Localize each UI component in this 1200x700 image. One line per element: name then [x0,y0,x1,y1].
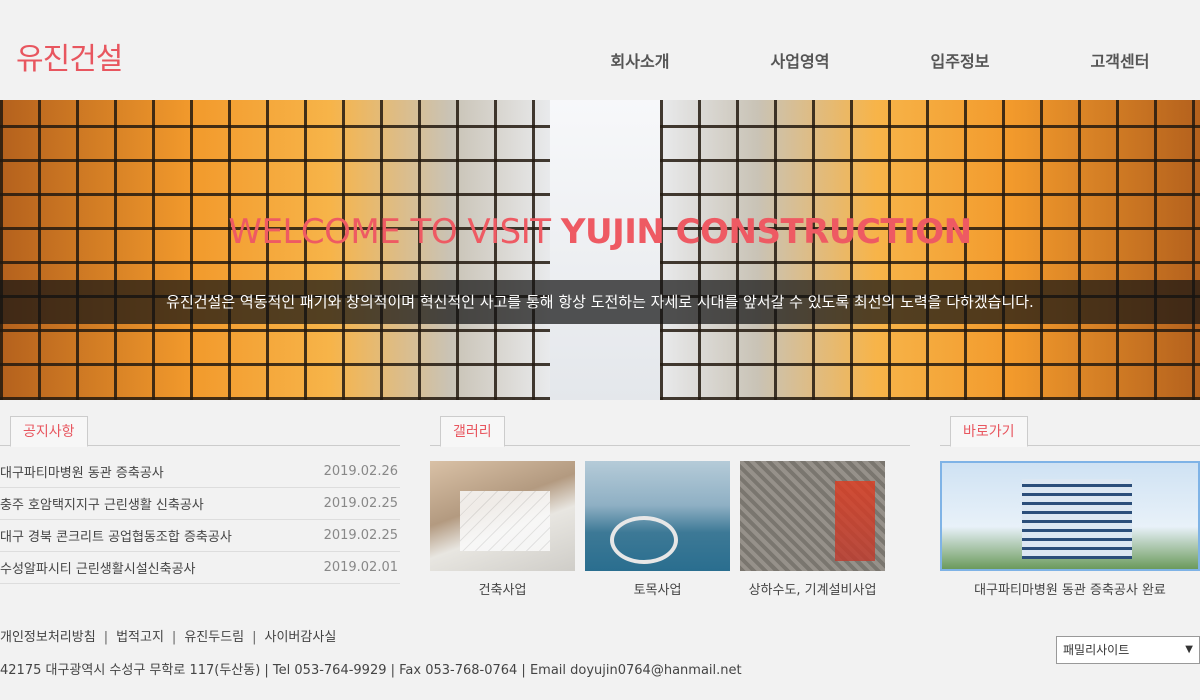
hero-title: WELCOME TO VISIT YUJIN CONSTRUCTION [0,212,1200,252]
notice-date: 2019.02.25 [323,528,398,543]
notice-date: 2019.02.25 [323,496,398,511]
notice-date: 2019.02.01 [323,560,398,575]
notice-list: 대구파티마병원 동관 증축공사 2019.02.26 충주 호암택지지구 근린생… [0,456,400,584]
gallery-image-water [740,461,885,571]
gallery-caption: 토목사업 [633,583,682,598]
notice-title: 충주 호암택지지구 근린생활 신축공사 [0,498,204,513]
notice-row[interactable]: 대구 경북 콘크리트 공업협동조합 증축공사 2019.02.25 [0,520,400,552]
dropdown-arrow-icon: ▼ [1185,644,1193,655]
footer-separator: | [103,630,109,645]
shortcut-card[interactable]: 대구파티마병원 동관 증축공사 완료 [940,461,1200,598]
notice-row[interactable]: 대구파티마병원 동관 증축공사 2019.02.26 [0,456,400,488]
family-site-select[interactable]: 패밀리사이트 ▼ [1056,636,1200,664]
nav-item-company[interactable]: 회사소개 [560,48,720,72]
notice-title: 대구파티마병원 동관 증축공사 [0,466,164,481]
hero-title-bold: YUJIN CONSTRUCTION [560,212,972,252]
shortcut-hospital-image [940,461,1200,571]
family-site-label: 패밀리사이트 [1063,643,1130,657]
gallery-tab[interactable]: 갤러리 [440,416,505,447]
notice-title: 수성알파시티 근린생활시설신축공사 [0,562,196,577]
main-nav: 회사소개 사업영역 입주정보 고객센터 [560,48,1200,72]
footer-links: 개인정보처리방침 | 법적고지 | 유진두드림 | 사이버감사실 [0,626,336,645]
gallery-caption: 건축사업 [478,583,527,598]
gallery-grid: 건축사업 토목사업 상하수도, 기계설비사업 [430,461,885,598]
footer-separator: | [171,630,177,645]
notice-date: 2019.02.26 [323,464,398,479]
gallery-item-architecture[interactable]: 건축사업 [430,461,575,598]
notice-tab[interactable]: 공지사항 [10,416,88,447]
hero-title-light: WELCOME TO VISIT [228,212,561,252]
hero-tagline: 유진건설은 역동적인 패기와 창의적이며 혁신적인 사고를 통해 항상 도전하는… [0,280,1200,324]
gallery-item-water[interactable]: 상하수도, 기계설비사업 [740,461,885,598]
notice-row[interactable]: 충주 호암택지지구 근린생활 신축공사 2019.02.25 [0,488,400,520]
footer-link-dodream[interactable]: 유진두드림 [184,630,244,645]
gallery-item-civil[interactable]: 토목사업 [585,461,730,598]
shortcut-caption: 대구파티마병원 동관 증축공사 완료 [974,583,1166,598]
site-logo[interactable]: 유진건설 [16,34,123,78]
nav-item-customer[interactable]: 고객센터 [1040,48,1200,72]
notice-row[interactable]: 수성알파시티 근린생활시설신축공사 2019.02.01 [0,552,400,584]
footer-link-privacy[interactable]: 개인정보처리방침 [0,630,96,645]
footer-address: 42175 대구광역시 수성구 무학로 117(두산동) | Tel 053-7… [0,663,742,678]
footer-link-audit[interactable]: 사이버감사실 [265,630,337,645]
footer-separator: | [252,630,257,645]
gallery-caption: 상하수도, 기계설비사업 [748,583,877,598]
hero-banner: WELCOME TO VISIT YUJIN CONSTRUCTION 유진건설… [0,100,1200,400]
notice-title: 대구 경북 콘크리트 공업협동조합 증축공사 [0,530,232,545]
shortcut-section-header: 바로가기 [940,416,1200,447]
nav-item-residence[interactable]: 입주정보 [880,48,1040,72]
shortcut-tab[interactable]: 바로가기 [950,416,1028,447]
gallery-image-civil [585,461,730,571]
nav-item-business[interactable]: 사업영역 [720,48,880,72]
notice-section-header: 공지사항 [0,416,400,447]
gallery-section-header: 갤러리 [430,416,910,447]
gallery-image-architecture [430,461,575,571]
footer-link-legal[interactable]: 법적고지 [116,630,164,645]
